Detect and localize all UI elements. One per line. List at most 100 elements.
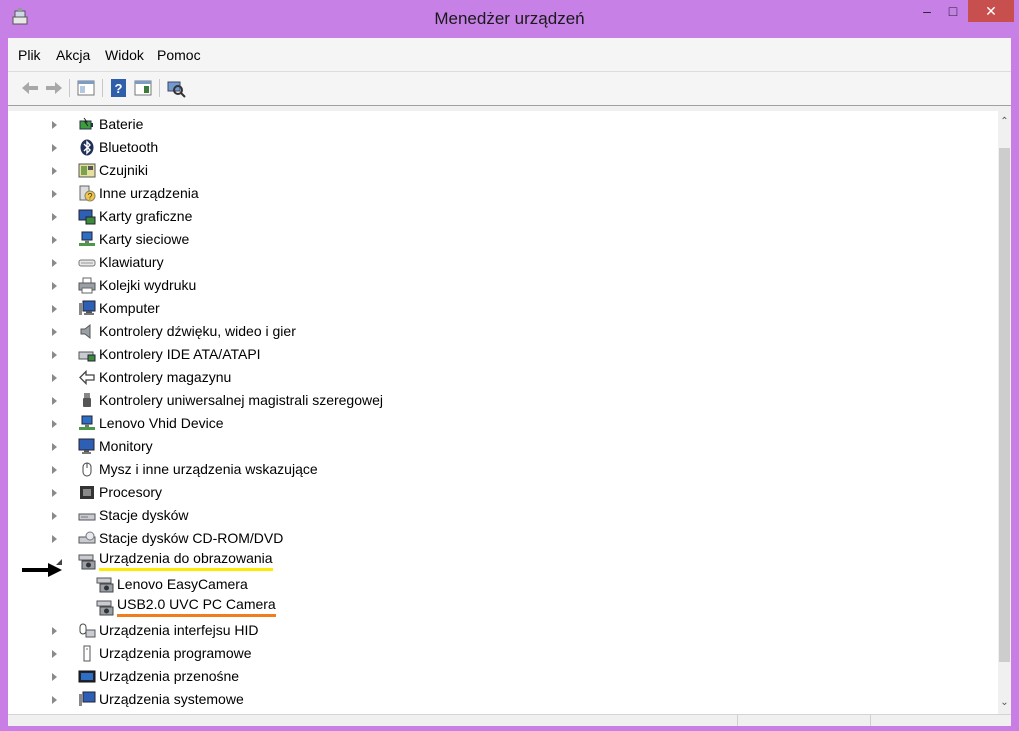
scrollbar-thumb[interactable]: [999, 148, 1010, 662]
tree-node-kontrolery-magazynu[interactable]: Kontrolery magazynu: [8, 366, 998, 389]
expand-arrow-icon[interactable]: [52, 397, 57, 405]
tree-node-lenovo-vhid[interactable]: Lenovo Vhid Device: [8, 412, 998, 435]
tree-node-komputer[interactable]: Komputer: [8, 297, 998, 320]
expand-arrow-icon[interactable]: [52, 167, 57, 175]
expand-arrow-icon[interactable]: [52, 328, 57, 336]
expand-arrow-icon[interactable]: [52, 650, 57, 658]
svg-text:?: ?: [87, 192, 92, 202]
tree-node-label: Urządzenia systemowe: [99, 691, 244, 707]
expand-arrow-icon[interactable]: [52, 351, 57, 359]
menu-plik[interactable]: Plik: [18, 47, 41, 63]
window-title: Menedżer urządzeń: [434, 9, 585, 28]
properties-icon[interactable]: [133, 78, 153, 98]
menu-akcja[interactable]: Akcja: [56, 47, 90, 63]
tree-node-urzadzenia-przenosne[interactable]: Urządzenia przenośne: [8, 665, 998, 688]
status-bar: [8, 714, 1011, 726]
show-hide-console-tree-icon[interactable]: [76, 78, 96, 98]
tree-node-kontrolery-usb[interactable]: Kontrolery uniwersalnej magistrali szere…: [8, 389, 998, 412]
close-button[interactable]: ✕: [968, 0, 1014, 22]
system-device-icon: [79, 691, 96, 706]
tree-node-urzadzenia-programowe[interactable]: Urządzenia programowe: [8, 642, 998, 665]
usb-icon: [83, 393, 91, 407]
expand-arrow-icon[interactable]: [52, 282, 57, 290]
expand-arrow-icon[interactable]: [52, 420, 57, 428]
tree-node-lenovo-easycamera[interactable]: Lenovo EasyCamera: [8, 573, 998, 596]
expand-arrow-icon[interactable]: [52, 696, 57, 704]
tree-node-klawiatury[interactable]: Klawiatury: [8, 251, 998, 274]
tree-node-monitory[interactable]: Monitory: [8, 435, 998, 458]
tree-node-label: Komputer: [99, 300, 160, 316]
vertical-scrollbar[interactable]: ⌃ ⌄: [998, 111, 1011, 714]
tree-node-usb-uvc-camera[interactable]: USB2.0 UVC PC Camera: [8, 596, 998, 619]
tree-node-inne-urzadzenia[interactable]: ? Inne urządzenia: [8, 182, 998, 205]
scan-hardware-icon[interactable]: [166, 78, 186, 98]
scroll-down-icon[interactable]: ⌄: [998, 692, 1011, 714]
cdrom-icon: [78, 531, 96, 544]
tree-node-kontrolery-ide[interactable]: Kontrolery IDE ATA/ATAPI: [8, 343, 998, 366]
network-adapter-icon: [79, 415, 95, 430]
disk-drive-icon: [78, 513, 96, 521]
menu-widok[interactable]: Widok: [105, 47, 144, 63]
expand-arrow-icon[interactable]: [52, 190, 57, 198]
tree-node-label: Czujniki: [99, 162, 149, 178]
tree-node-karty-graficzne[interactable]: Karty graficzne: [8, 205, 998, 228]
expand-arrow-icon[interactable]: [52, 213, 57, 221]
expand-arrow-icon[interactable]: [52, 236, 57, 244]
computer-icon: [79, 300, 96, 315]
forward-icon[interactable]: [44, 78, 64, 98]
expand-arrow-icon[interactable]: [52, 535, 57, 543]
portable-device-icon: [78, 670, 96, 683]
back-icon[interactable]: [20, 78, 40, 98]
status-separator: [737, 715, 738, 726]
tree-node-label: Procesory: [99, 484, 163, 500]
tree-node-label: Urządzenia do obrazowania: [99, 550, 273, 571]
title-bar[interactable]: Menedżer urządzeń – □ ✕: [0, 0, 1019, 38]
expand-arrow-icon[interactable]: [52, 259, 57, 267]
status-separator: [870, 715, 871, 726]
scroll-up-icon[interactable]: ⌃: [998, 111, 1011, 133]
device-tree[interactable]: Baterie Bluetooth Czujniki ? Inne urządz…: [8, 111, 998, 714]
expand-arrow-icon[interactable]: [52, 144, 57, 152]
expand-arrow-icon[interactable]: [52, 489, 57, 497]
tree-node-czujniki[interactable]: Czujniki: [8, 159, 998, 182]
display-adapter-icon: [78, 209, 96, 225]
maximize-button[interactable]: □: [940, 0, 966, 22]
tree-node-stacje-cdrom[interactable]: Stacje dysków CD-ROM/DVD: [8, 527, 998, 550]
expand-arrow-icon[interactable]: [52, 466, 57, 474]
printer-icon: [78, 277, 96, 294]
tree-node-urzadzenia-hid[interactable]: Urządzenia interfejsu HID: [8, 619, 998, 642]
help-icon[interactable]: ?: [109, 78, 129, 98]
tree-node-karty-sieciowe[interactable]: Karty sieciowe: [8, 228, 998, 251]
tree-node-kolejki-wydruku[interactable]: Kolejki wydruku: [8, 274, 998, 297]
tree-node-baterie[interactable]: Baterie: [8, 113, 998, 136]
expand-arrow-icon[interactable]: [52, 512, 57, 520]
battery-icon: [79, 117, 93, 130]
expand-arrow-icon[interactable]: [52, 305, 57, 313]
expand-arrow-icon[interactable]: [52, 443, 57, 451]
tree-node-urzadzenia-do-obrazowania[interactable]: Urządzenia do obrazowania: [8, 550, 998, 573]
unknown-device-icon: ?: [79, 185, 96, 202]
tree-node-label: Inne urządzenia: [99, 185, 199, 201]
tree-node-bluetooth[interactable]: Bluetooth: [8, 136, 998, 159]
sensor-icon: [78, 163, 96, 178]
tree-node-urzadzenia-systemowe[interactable]: Urządzenia systemowe: [8, 688, 998, 711]
ide-controller-icon: [78, 351, 96, 362]
tree-node-stacje-dyskow[interactable]: Stacje dysków: [8, 504, 998, 527]
tree-node-procesory[interactable]: Procesory: [8, 481, 998, 504]
annotation-arrow-icon: [22, 563, 62, 577]
expand-arrow-icon[interactable]: [52, 121, 57, 129]
tree-node-label: Karty sieciowe: [99, 231, 190, 247]
tree-node-label: Urządzenia przenośne: [99, 668, 240, 684]
camera-icon: [96, 600, 114, 616]
menu-bar: Plik Akcja Widok Pomoc: [8, 38, 1011, 72]
camera-icon: [96, 577, 114, 593]
tree-node-mysz[interactable]: Mysz i inne urządzenia wskazujące: [8, 458, 998, 481]
minimize-button[interactable]: –: [915, 0, 939, 22]
expand-arrow-icon[interactable]: [52, 673, 57, 681]
toolbar-separator: [102, 79, 103, 97]
expand-arrow-icon[interactable]: [52, 627, 57, 635]
tree-node-label: USB2.0 UVC PC Camera: [117, 596, 276, 617]
expand-arrow-icon[interactable]: [52, 374, 57, 382]
tree-node-kontrolery-dzwieku[interactable]: Kontrolery dźwięku, wideo i gier: [8, 320, 998, 343]
menu-pomoc[interactable]: Pomoc: [157, 47, 201, 63]
